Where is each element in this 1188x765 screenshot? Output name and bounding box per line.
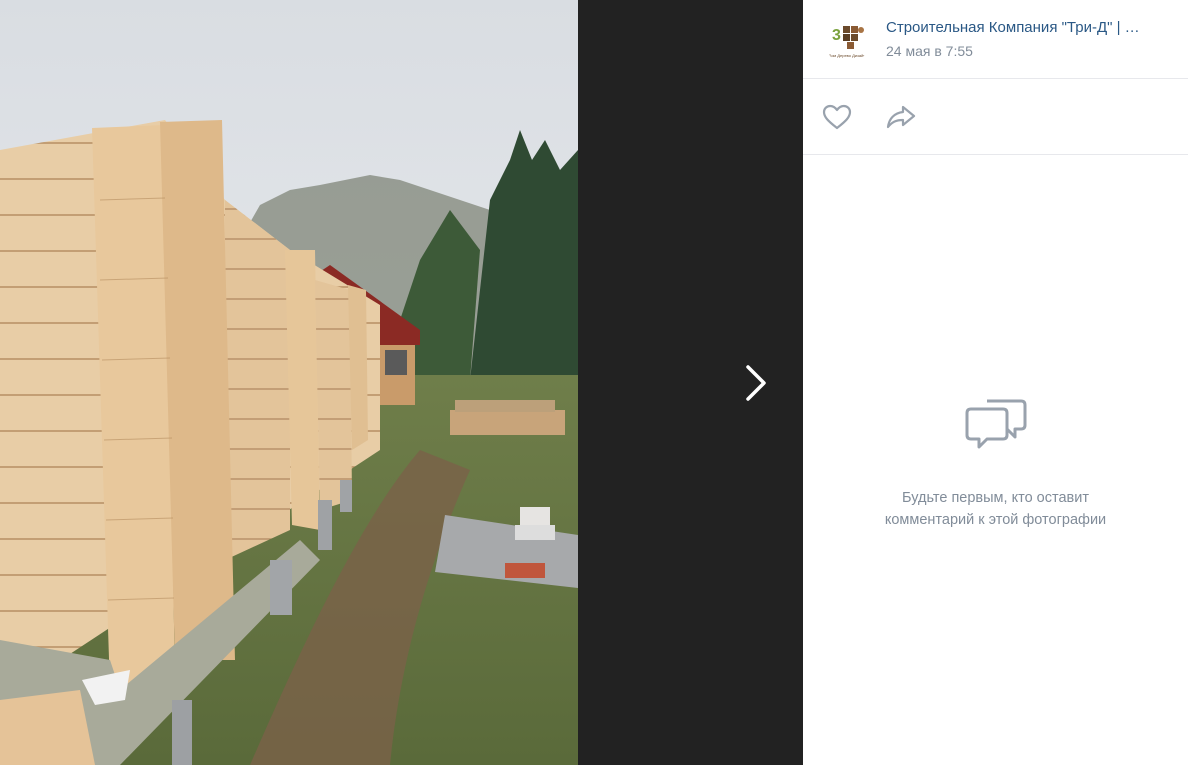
photo[interactable] [0, 0, 578, 765]
post-date[interactable]: 24 мая в 7:55 [886, 43, 973, 59]
construction-photo [0, 0, 578, 765]
photo-viewer [0, 0, 803, 765]
like-button[interactable] [819, 99, 855, 135]
post-header: 3 Дом Дерево Дизайн Строительная Компани… [803, 0, 1188, 79]
company-logo: 3 Дом Дерево Дизайн [823, 15, 871, 63]
photo-sidebar: 3 Дом Дерево Дизайн Строительная Компани… [803, 0, 1188, 765]
comments-empty-message: Будьте первым, кто оставит комментарий к… [843, 487, 1148, 531]
photo-actions [803, 79, 1188, 155]
comments-icon [963, 395, 1029, 462]
comments-empty-state: Будьте первым, кто оставит комментарий к… [803, 155, 1188, 765]
heart-icon [822, 104, 852, 130]
chevron-right-icon [746, 365, 766, 401]
share-icon [886, 105, 916, 129]
author-name[interactable]: Строительная Компания "Три-Д" | … [886, 19, 1176, 36]
avatar-caption: Дом Дерево Дизайн [828, 53, 865, 58]
next-photo-button[interactable] [728, 352, 784, 414]
comments-empty-line2: комментарий к этой фотографии [884, 512, 1107, 528]
share-button[interactable] [883, 99, 919, 135]
svg-text:3: 3 [832, 27, 841, 44]
avatar[interactable]: 3 Дом Дерево Дизайн [823, 15, 871, 63]
comments-empty-line1: Будьте первым, кто оставит [902, 490, 1089, 506]
